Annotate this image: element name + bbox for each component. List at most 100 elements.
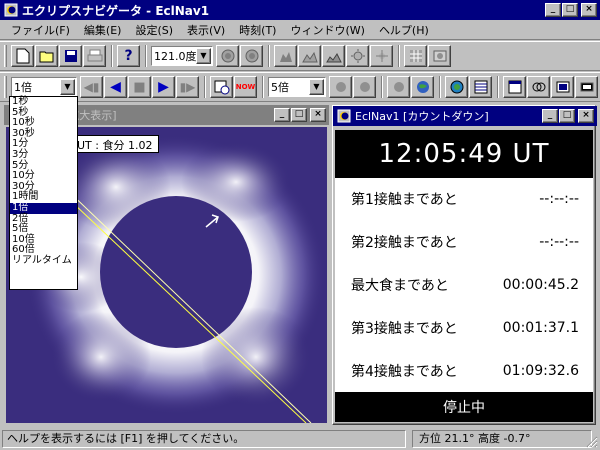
ut-clock: 12:05:49 UT bbox=[335, 130, 593, 178]
app-title: エクリプスナビゲータ - EclNav1 bbox=[22, 3, 210, 18]
contact-next-icon[interactable] bbox=[353, 76, 376, 98]
print-icon[interactable] bbox=[83, 45, 106, 67]
chevron-down-icon[interactable]: ▼ bbox=[196, 48, 211, 64]
status-help-text: ヘルプを表示するには [F1] を押してください。 bbox=[2, 430, 406, 448]
toolbar-grip[interactable] bbox=[4, 45, 7, 67]
maximize-button[interactable]: □ bbox=[291, 108, 307, 122]
table-view-icon[interactable] bbox=[469, 76, 492, 98]
countdown-row-maximum: 最大食まであと 00:00:45.2 bbox=[335, 264, 593, 307]
app-icon bbox=[337, 109, 351, 123]
toolbar-separator bbox=[204, 76, 206, 98]
countdown-view-icon[interactable] bbox=[575, 76, 598, 98]
menu-edit[interactable]: 編集(E) bbox=[77, 22, 129, 38]
minimize-button[interactable]: _ bbox=[545, 3, 561, 17]
rewind-end-icon[interactable]: ◀▮ bbox=[80, 76, 103, 98]
chevron-down-icon[interactable]: ▼ bbox=[309, 79, 324, 95]
menu-settings[interactable]: 設定(S) bbox=[128, 22, 180, 38]
zoom-in-icon[interactable] bbox=[216, 45, 239, 67]
toolbar-separator bbox=[398, 45, 400, 67]
speed-select-value: 1倍 bbox=[14, 81, 32, 94]
toolbar-separator bbox=[497, 76, 499, 98]
maximize-button[interactable]: □ bbox=[562, 3, 578, 17]
minimize-button[interactable]: _ bbox=[542, 109, 558, 123]
menu-file[interactable]: ファイル(F) bbox=[4, 22, 77, 38]
toolbar-separator bbox=[111, 45, 113, 67]
contact-prev-icon[interactable] bbox=[329, 76, 352, 98]
minimize-button[interactable]: _ bbox=[274, 108, 290, 122]
countdown-value: 00:01:37.1 bbox=[502, 319, 579, 336]
zoom-out-icon[interactable] bbox=[240, 45, 263, 67]
status-bar: ヘルプを表示するには [F1] を押してください。 方位 21.1° 高度 -0… bbox=[0, 428, 600, 450]
toolbar-separator bbox=[268, 45, 270, 67]
star-icon[interactable] bbox=[370, 45, 393, 67]
landscape-view-icon[interactable] bbox=[298, 45, 321, 67]
countdown-value: --:--:-- bbox=[539, 234, 579, 251]
close-button[interactable]: × bbox=[578, 109, 594, 123]
countdown-list: 第1接触まであと --:--:-- 第2接触まであと --:--:-- 最大食ま… bbox=[335, 178, 593, 392]
menu-help[interactable]: ヘルプ(H) bbox=[372, 22, 436, 38]
window-view-icon[interactable] bbox=[503, 76, 526, 98]
menu-view[interactable]: 表示(V) bbox=[180, 22, 232, 38]
speed-option[interactable]: 3分 bbox=[10, 149, 77, 161]
countdown-value: 00:00:45.2 bbox=[502, 276, 579, 293]
earth-view-icon[interactable] bbox=[445, 76, 468, 98]
chevron-down-icon[interactable]: ▼ bbox=[60, 79, 75, 95]
terrain-view-icon[interactable] bbox=[322, 45, 345, 67]
app-icon bbox=[4, 3, 18, 17]
eclipse-readout-text: UT : 食分 1.02 bbox=[77, 139, 153, 152]
zoom-select[interactable]: 121.0度 ▼ bbox=[151, 46, 213, 66]
playback-status: 停止中 bbox=[335, 392, 593, 422]
stop-icon[interactable]: ■ bbox=[128, 76, 151, 98]
resize-grip-icon[interactable] bbox=[586, 436, 598, 448]
zoom-select-value: 121.0度 bbox=[154, 50, 197, 63]
speed-select[interactable]: 1倍 ▼ bbox=[11, 77, 77, 97]
main-toolbar: ? 121.0度 ▼ bbox=[0, 41, 600, 71]
countdown-row-second-contact: 第2接触まであと --:--:-- bbox=[335, 221, 593, 264]
sun-icon[interactable] bbox=[346, 45, 369, 67]
forward-end-icon[interactable]: ▮▶ bbox=[176, 76, 199, 98]
play-back-icon[interactable]: ◀ bbox=[104, 76, 127, 98]
grid-icon[interactable] bbox=[404, 45, 427, 67]
playback-toolbar: 1倍 ▼ ◀▮ ◀ ■ ▶ ▮▶ NOW 5倍 ▼ bbox=[0, 72, 600, 102]
image-icon[interactable] bbox=[428, 45, 451, 67]
countdown-value: 01:09:32.6 bbox=[502, 362, 579, 379]
open-folder-icon[interactable] bbox=[35, 45, 58, 67]
countdown-label: 第2接触まであと bbox=[351, 235, 458, 252]
app-titlebar[interactable]: エクリプスナビゲータ - EclNav1 _ □ × bbox=[0, 0, 600, 20]
close-button[interactable]: × bbox=[581, 3, 597, 17]
countdown-window[interactable]: EclNav1 [カウントダウン] _ □ × 12:05:49 UT 第1接触… bbox=[332, 105, 597, 425]
now-clock-icon[interactable]: NOW bbox=[234, 76, 257, 98]
countdown-window-title: EclNav1 [カウントダウン] bbox=[355, 110, 489, 123]
magnify-view-icon[interactable] bbox=[551, 76, 574, 98]
speed-dropdown-list[interactable]: 1秒 5秒 10秒 30秒 1分 3分 5分 10分 30分 1時間 1倍 2倍… bbox=[9, 96, 78, 290]
eclipse-readout: UT : 食分 1.02 bbox=[70, 135, 160, 153]
toolbar-separator bbox=[262, 76, 264, 98]
step-select-value: 5倍 bbox=[271, 81, 289, 94]
globe-icon[interactable] bbox=[411, 76, 434, 98]
close-button[interactable]: × bbox=[310, 108, 326, 122]
save-icon[interactable] bbox=[59, 45, 82, 67]
overlap-view-icon[interactable] bbox=[527, 76, 550, 98]
moon-icon[interactable] bbox=[387, 76, 410, 98]
moon-disk bbox=[100, 196, 252, 348]
new-file-icon[interactable] bbox=[11, 45, 34, 67]
countdown-window-titlebar[interactable]: EclNav1 [カウントダウン] _ □ × bbox=[333, 106, 597, 126]
speed-option-selected[interactable]: 1倍 bbox=[10, 202, 77, 214]
menu-window[interactable]: ウィンドウ(W) bbox=[283, 22, 371, 38]
menu-bar: ファイル(F) 編集(E) 設定(S) 表示(V) 時刻(T) ウィンドウ(W)… bbox=[0, 20, 600, 40]
toolbar-separator bbox=[381, 76, 383, 98]
countdown-label: 第3接触まであと bbox=[351, 320, 458, 337]
speed-option[interactable]: 1秒 bbox=[10, 96, 77, 108]
countdown-row-third-contact: 第3接触まであと 00:01:37.1 bbox=[335, 306, 593, 349]
help-question-icon[interactable]: ? bbox=[117, 45, 140, 67]
speed-option[interactable]: リアルタイム bbox=[10, 255, 77, 267]
countdown-label: 最大食まであと bbox=[351, 277, 449, 294]
toolbar-grip[interactable] bbox=[4, 76, 7, 98]
countdown-label: 第4接触まであと bbox=[351, 363, 458, 380]
horizon-view-icon[interactable] bbox=[274, 45, 297, 67]
step-select[interactable]: 5倍 ▼ bbox=[268, 77, 326, 97]
maximize-button[interactable]: □ bbox=[559, 109, 575, 123]
play-forward-icon[interactable]: ▶ bbox=[152, 76, 175, 98]
menu-time[interactable]: 時刻(T) bbox=[232, 22, 283, 38]
clock-set-icon[interactable] bbox=[210, 76, 233, 98]
